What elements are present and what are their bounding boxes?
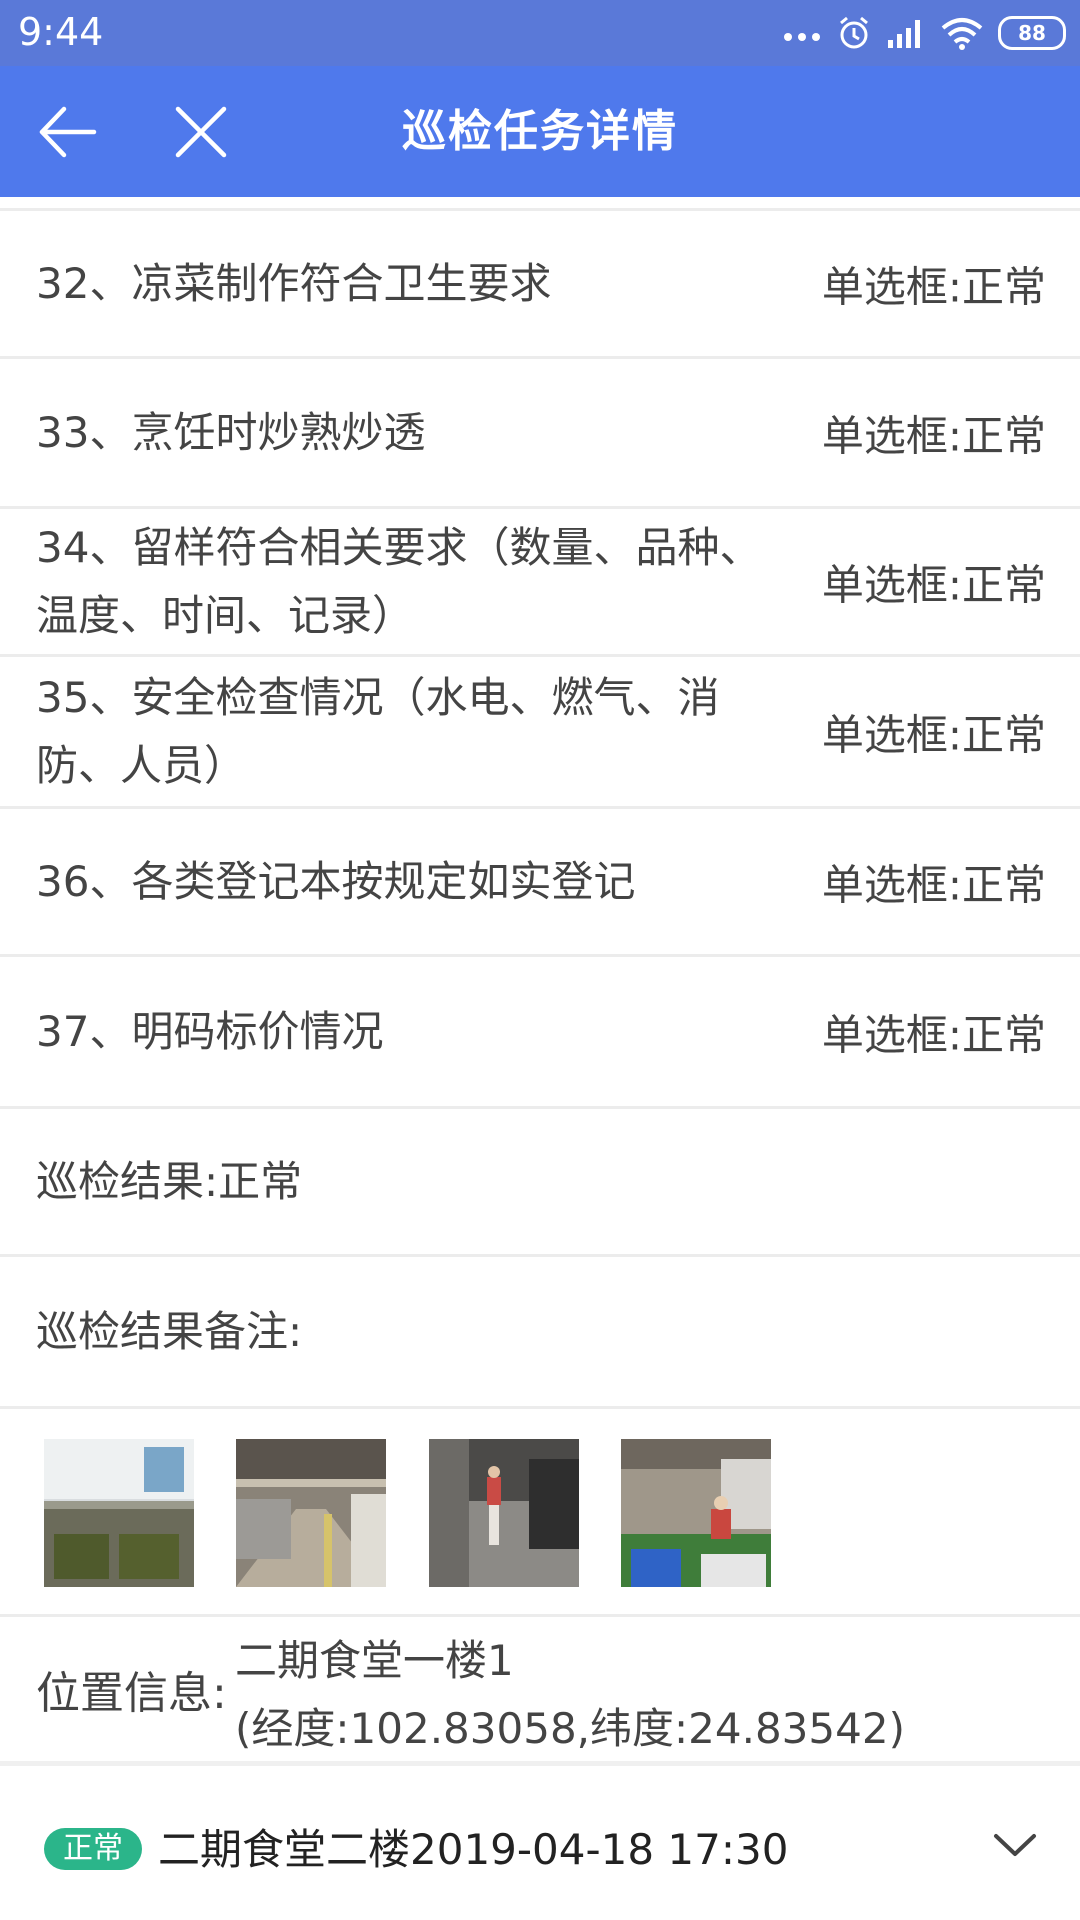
inspection-item-37: 37、明码标价情况 单选框:正常 bbox=[0, 957, 1080, 1109]
alarm-icon bbox=[840, 16, 868, 49]
item-label: 33、烹饪时炒熟炒透 bbox=[36, 407, 426, 457]
inspection-item-36: 36、各类登记本按规定如实登记 单选框:正常 bbox=[0, 809, 1080, 957]
item-value: 单选框:正常 bbox=[821, 411, 1046, 460]
app-bar: 巡检任务详情 bbox=[0, 66, 1080, 197]
divider bbox=[0, 197, 1080, 211]
result-note-label: 巡检结果备注: bbox=[36, 1306, 303, 1356]
item-label: 35、安全检查情况（水电、燃气、消防、人员） bbox=[36, 672, 720, 790]
photo-thumbnail[interactable] bbox=[236, 1439, 386, 1587]
inspection-item-35: 35、安全检查情况（水电、燃气、消防、人员） 单选框:正常 bbox=[0, 657, 1080, 809]
item-value: 单选框:正常 bbox=[821, 860, 1046, 909]
task-detail-list: 32、凉菜制作符合卫生要求 单选框:正常 33、烹饪时炒熟炒透 单选框:正常 3… bbox=[0, 197, 1080, 1767]
status-time: 9:44 bbox=[18, 10, 104, 54]
inspection-item-33: 33、烹饪时炒熟炒透 单选框:正常 bbox=[0, 359, 1080, 509]
next-task-header[interactable]: 正常 二期食堂二楼2019-04-18 17:30 bbox=[0, 1766, 1080, 1920]
location-coordinates: (经度:102.83058,纬度:24.83542) bbox=[235, 1704, 905, 1753]
location-value: 二期食堂一楼1 (经度:102.83058,纬度:24.83542) bbox=[235, 1627, 905, 1763]
result-label: 巡检结果:正常 bbox=[36, 1156, 303, 1206]
item-value: 单选框:正常 bbox=[821, 560, 1046, 609]
inspection-result: 巡检结果:正常 bbox=[0, 1109, 1080, 1257]
page-title: 巡检任务详情 bbox=[402, 106, 678, 157]
item-value: 单选框:正常 bbox=[821, 262, 1046, 311]
photo-gallery bbox=[0, 1409, 1080, 1617]
more-dots-icon bbox=[784, 33, 820, 41]
inspection-item-34: 34、留样符合相关要求（数量、品种、温度、时间、记录） 单选框:正常 bbox=[0, 509, 1080, 657]
inspection-result-note: 巡检结果备注: bbox=[0, 1257, 1080, 1409]
item-label: 34、留样符合相关要求（数量、品种、温度、时间、记录） bbox=[36, 522, 762, 640]
photo-thumbnail[interactable] bbox=[44, 1439, 194, 1587]
item-value: 单选框:正常 bbox=[821, 1010, 1046, 1059]
wifi-icon bbox=[941, 18, 983, 50]
photo-thumbnail[interactable] bbox=[429, 1439, 579, 1587]
location-name: 二期食堂一楼1 bbox=[235, 1636, 514, 1685]
item-label: 32、凉菜制作符合卫生要求 bbox=[36, 258, 552, 308]
status-icons: 88 bbox=[782, 10, 1066, 56]
status-bar: 9:44 88 bbox=[0, 0, 1080, 66]
battery-icon: 88 bbox=[998, 16, 1066, 50]
chevron-down-icon[interactable] bbox=[990, 1826, 1040, 1866]
inspection-item-32: 32、凉菜制作符合卫生要求 单选框:正常 bbox=[0, 211, 1080, 359]
location-info: 位置信息: 二期食堂一楼1 (经度:102.83058,纬度:24.83542) bbox=[0, 1617, 1080, 1767]
item-label: 36、各类登记本按规定如实登记 bbox=[36, 856, 636, 906]
status-badge: 正常 bbox=[44, 1828, 142, 1870]
item-value: 单选框:正常 bbox=[821, 710, 1046, 759]
item-label: 37、明码标价情况 bbox=[36, 1006, 384, 1056]
location-label: 位置信息: bbox=[36, 1668, 227, 1719]
task-title: 二期食堂二楼2019-04-18 17:30 bbox=[158, 1825, 789, 1874]
signal-icon bbox=[888, 20, 920, 48]
photo-thumbnail[interactable] bbox=[621, 1439, 771, 1587]
